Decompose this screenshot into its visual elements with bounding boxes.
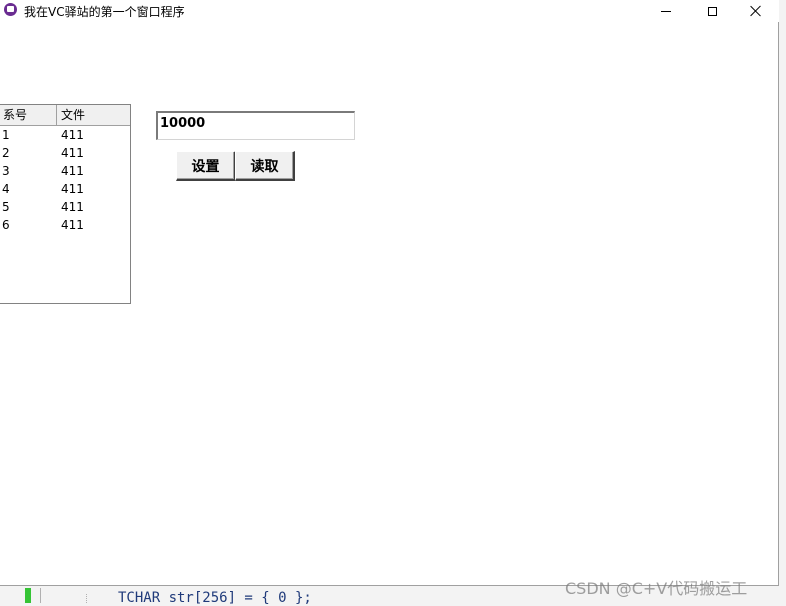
editor-change-marker — [25, 588, 31, 603]
value-edit-field[interactable]: 10000 — [156, 111, 355, 140]
column-header-file[interactable]: 文件 — [57, 105, 130, 125]
column-header-number[interactable]: 系号 — [0, 105, 57, 125]
minimize-icon — [661, 10, 671, 12]
list-header: 系号 文件 — [0, 105, 130, 126]
list-cell-number: 2 — [2, 146, 10, 160]
list-cell-number: 6 — [2, 218, 10, 232]
list-cell-file: 411 — [61, 182, 84, 196]
maximize-icon — [707, 6, 717, 16]
file-list-view[interactable]: 系号 文件 1 411 2 411 3 411 4 411 5 411 6 41… — [0, 104, 131, 304]
list-cell-file: 411 — [61, 128, 84, 142]
list-cell-number: 1 — [2, 128, 10, 142]
editor-code-line: TCHAR str[256] = { 0 }; — [118, 590, 312, 606]
list-item[interactable]: 3 411 — [0, 162, 130, 180]
close-button[interactable] — [733, 0, 779, 22]
list-item[interactable]: 1 411 — [0, 126, 130, 144]
watermark: CSDN @C+V代码搬运工 — [565, 579, 748, 598]
list-item[interactable]: 6 411 — [0, 216, 130, 234]
editor-gutter-line — [40, 588, 41, 603]
list-cell-number: 4 — [2, 182, 10, 196]
list-item[interactable]: 5 411 — [0, 198, 130, 216]
list-cell-file: 411 — [61, 218, 84, 232]
window-title: 我在VC驿站的第一个窗口程序 — [24, 5, 185, 19]
minimize-button[interactable] — [643, 0, 689, 22]
app-window: 我在VC驿站的第一个窗口程序 系号 文件 1 411 2 411 3 411 4 — [0, 0, 779, 586]
title-bar[interactable]: 我在VC驿站的第一个窗口程序 — [0, 0, 779, 22]
close-icon — [750, 5, 762, 17]
list-item[interactable]: 4 411 — [0, 180, 130, 198]
list-cell-number: 5 — [2, 200, 10, 214]
list-cell-file: 411 — [61, 164, 84, 178]
set-button[interactable]: 设置 — [176, 151, 236, 181]
list-cell-file: 411 — [61, 200, 84, 214]
list-cell-file: 411 — [61, 146, 84, 160]
list-cell-number: 3 — [2, 164, 10, 178]
app-icon[interactable] — [4, 3, 17, 16]
list-item[interactable]: 2 411 — [0, 144, 130, 162]
read-button[interactable]: 读取 — [235, 151, 295, 181]
editor-indent-guide — [86, 594, 88, 603]
maximize-button[interactable] — [689, 0, 735, 22]
